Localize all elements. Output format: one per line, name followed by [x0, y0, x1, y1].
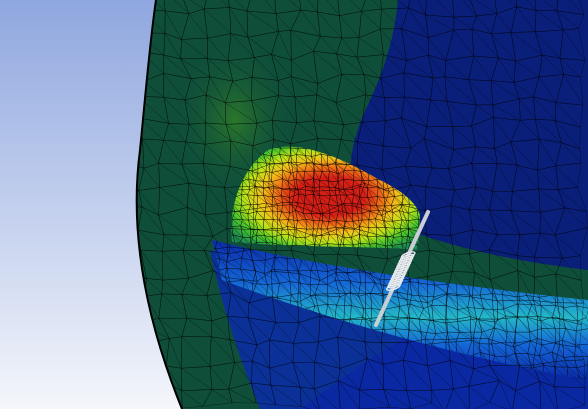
- graphics-viewport[interactable]: [0, 0, 588, 409]
- fea-model-view[interactable]: [0, 0, 588, 409]
